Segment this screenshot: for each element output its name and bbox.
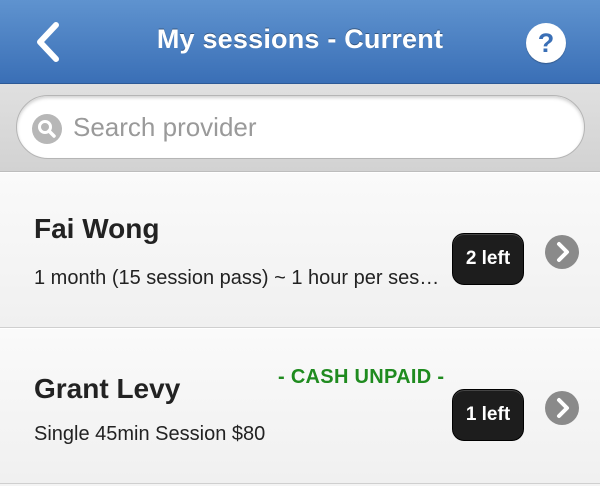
search-icon [32, 114, 62, 144]
chevron-right-icon[interactable] [545, 235, 579, 269]
session-row[interactable]: Fai Wong 1 month (15 session pass) ~ 1 h… [0, 172, 600, 328]
help-icon: ? [537, 28, 555, 58]
session-row[interactable]: Grant Levy - CASH UNPAID - Single 45min … [0, 328, 600, 484]
payment-status-label: - CASH UNPAID - [278, 366, 445, 388]
sessions-left-badge: 2 left [452, 233, 524, 285]
nav-bar: My sessions - Current ? [0, 0, 600, 84]
session-list: Fai Wong 1 month (15 session pass) ~ 1 h… [0, 172, 600, 484]
session-provider-name: Fai Wong [34, 213, 160, 244]
session-description: 1 month (15 session pass) ~ 1 hour per s… [34, 267, 448, 289]
help-button[interactable]: ? [526, 23, 566, 63]
search-field[interactable] [16, 95, 585, 159]
page-title: My sessions - Current [156, 24, 444, 54]
search-input[interactable] [73, 106, 553, 148]
search-bar [0, 84, 600, 172]
sessions-left-badge: 1 left [452, 389, 524, 441]
session-description: Single 45min Session $80 [34, 423, 266, 445]
chevron-right-icon[interactable] [545, 391, 579, 425]
session-provider-name: Grant Levy [34, 373, 181, 404]
